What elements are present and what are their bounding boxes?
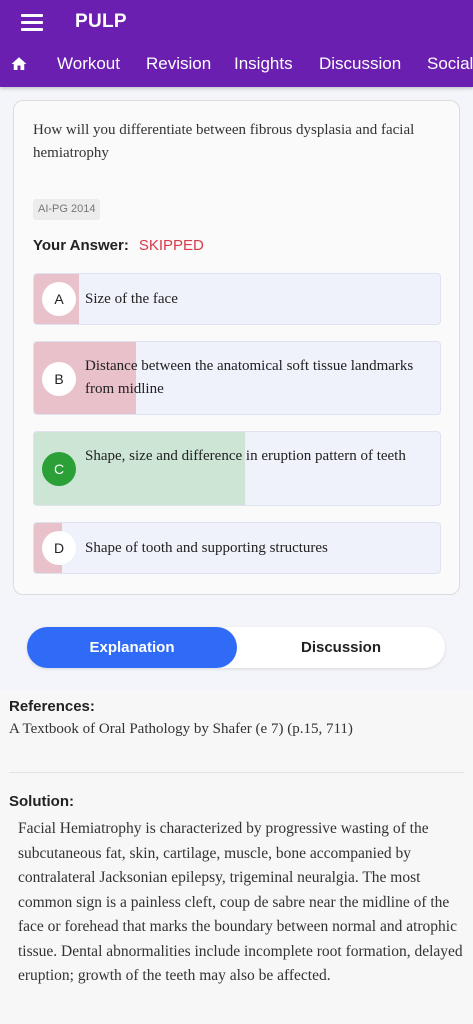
option-a-letter: A (42, 282, 76, 316)
nav-tab-discussion[interactable]: Discussion (319, 54, 401, 74)
answer-label: Your Answer: (33, 237, 129, 254)
solution-heading: Solution: (9, 793, 74, 810)
tab-explanation[interactable]: Explanation (27, 627, 237, 668)
references-text: A Textbook of Oral Pathology by Shafer (… (9, 721, 353, 737)
option-a-text: Size of the face (85, 291, 178, 307)
solution-text: Facial Hemiatrophy is characterized by p… (18, 820, 463, 984)
option-d[interactable]: D Shape of tooth and supporting structur… (33, 522, 441, 574)
app-header: PULP (0, 0, 473, 44)
question-text: How will you differentiate between fibro… (33, 122, 415, 161)
question-card: How will you differentiate between fibro… (13, 100, 460, 595)
explanation-tabs: Explanation Discussion (27, 627, 445, 668)
menu-icon[interactable] (21, 14, 43, 31)
option-d-letter: D (42, 531, 76, 565)
option-c-letter: C (42, 452, 76, 486)
option-b[interactable]: B Distance between the anatomical soft t… (33, 341, 441, 415)
option-a[interactable]: A Size of the face (33, 273, 441, 325)
nav-tab-revision[interactable]: Revision (146, 54, 211, 74)
nav-tab-social[interactable]: Social (427, 54, 473, 74)
exam-tag: AI-PG 2014 (33, 199, 101, 220)
your-answer-row: Your Answer: SKIPPED (33, 237, 204, 255)
option-b-letter: B (42, 362, 76, 396)
nav-tab-workout[interactable]: Workout (57, 54, 120, 74)
option-c-text: Shape, size and difference in eruption p… (85, 448, 406, 464)
tab-discussion[interactable]: Discussion (237, 627, 445, 668)
nav-tab-insights[interactable]: Insights (234, 54, 293, 74)
home-icon[interactable] (10, 55, 28, 73)
divider (9, 772, 464, 773)
explanation-content: References: A Textbook of Oral Pathology… (0, 690, 473, 1024)
app-title: PULP (75, 11, 127, 32)
nav-bar: Workout Revision Insights Discussion Soc… (0, 44, 473, 87)
option-d-text: Shape of tooth and supporting structures (85, 540, 328, 556)
references-heading: References: (9, 698, 95, 715)
option-c[interactable]: C Shape, size and difference in eruption… (33, 431, 441, 506)
answer-status: SKIPPED (138, 237, 204, 254)
option-b-text: Distance between the anatomical soft tis… (85, 358, 414, 397)
